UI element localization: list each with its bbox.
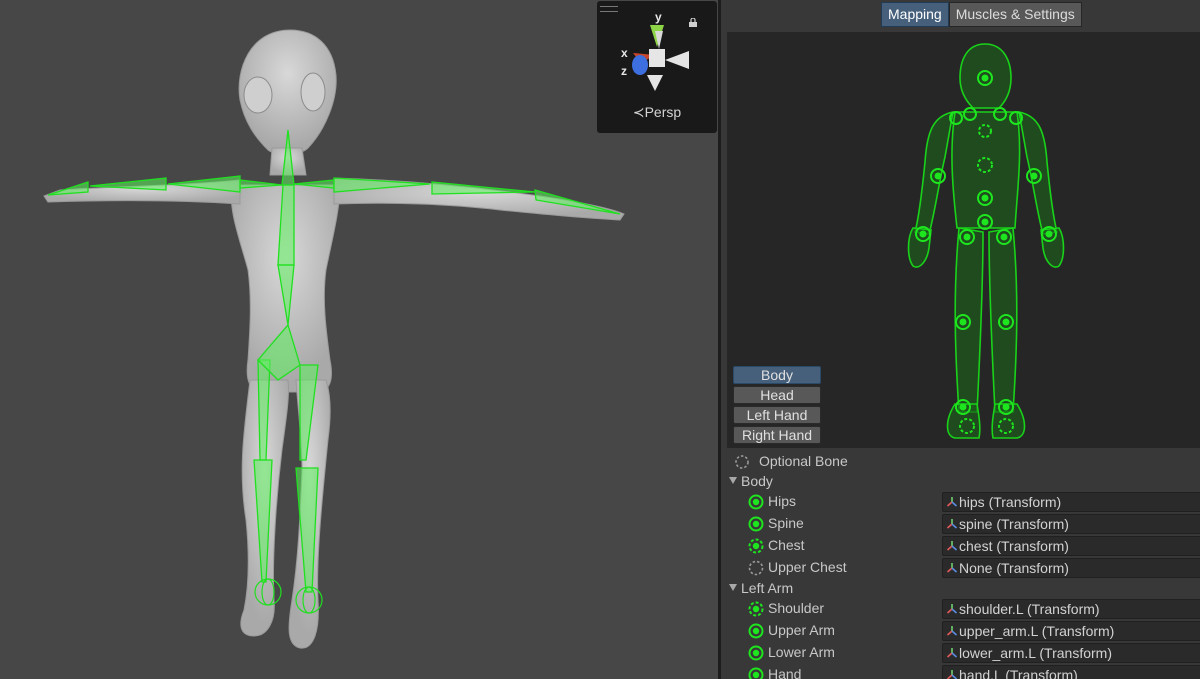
foldout-arrow-icon[interactable] [729,584,737,591]
bone-transform-field[interactable]: hand.L (Transform) [942,665,1200,679]
foldout-arrow-icon[interactable] [729,477,737,484]
bone-transform-value: lower_arm.L (Transform) [959,645,1112,661]
bone-required-icon[interactable] [748,623,764,639]
body-part-selector: Body Head Left Hand Right Hand [733,366,821,446]
bone-label: Upper Chest [768,559,847,575]
bone-label: Hand [768,666,802,679]
bone-transform-value: hand.L (Transform) [959,667,1078,679]
bone-row-hand: Hand hand.L (Transform) [721,664,1200,679]
transform-icon [946,563,958,573]
bone-row-upper-arm: Upper Arm upper_arm.L (Transform) [721,620,1200,642]
bone-optional-assigned-icon[interactable] [748,601,764,617]
scene-orientation-gizmo[interactable]: y x z ≺Persp [597,1,717,133]
perspective-icon: ≺ [632,104,645,120]
section-body[interactable]: Body [721,471,1200,493]
bone-label: Shoulder [768,600,825,616]
bone-transform-field[interactable]: hips (Transform) [942,492,1200,512]
transform-icon [946,519,958,529]
bone-transform-field[interactable]: None (Transform) [942,558,1200,578]
bone-transform-field[interactable]: lower_arm.L (Transform) [942,643,1200,663]
tab-muscles-settings[interactable]: Muscles & Settings [948,2,1082,27]
transform-icon [946,497,958,507]
bone-transform-field[interactable]: upper_arm.L (Transform) [942,621,1200,641]
bone-transform-field[interactable]: shoulder.L (Transform) [942,599,1200,619]
bone-transform-value: spine (Transform) [959,516,1069,532]
bone-transform-value: hips (Transform) [959,494,1062,510]
projection-label: Persp [644,104,682,120]
avatar-inspector: Mapping Muscles & Settings Body Head Lef… [721,0,1200,679]
axis-z-label: z [621,64,627,78]
axis-y-label: y [655,10,662,24]
scene-view[interactable]: y x z ≺Persp [0,0,718,679]
bone-required-icon[interactable] [748,645,764,661]
bone-transform-value: chest (Transform) [959,538,1069,554]
transform-icon [946,648,958,658]
section-title: Left Arm [741,580,794,596]
optional-bone-label: Optional Bone [759,453,848,469]
bone-label: Hips [768,493,797,509]
transform-icon [946,541,958,551]
optional-bone-legend: Optional Bone [721,451,1200,473]
axis-x-label: x [621,46,628,60]
bone-row-shoulder: Shoulder shoulder.L (Transform) [721,598,1200,620]
bone-required-icon[interactable] [748,667,764,679]
view-button-head[interactable]: Head [733,386,821,404]
bone-label: Lower Arm [768,644,835,660]
view-button-left-hand[interactable]: Left Hand [733,406,821,424]
projection-toggle[interactable]: ≺Persp [597,104,717,121]
bone-optional-empty-icon[interactable] [748,560,764,576]
view-button-body[interactable]: Body [733,366,821,384]
inspector-tabs: Mapping Muscles & Settings [881,2,1082,27]
bone-transform-field[interactable]: spine (Transform) [942,514,1200,534]
avatar-body-diagram: Body Head Left Hand Right Hand [727,32,1200,448]
transform-icon [946,670,958,679]
bone-transform-value: None (Transform) [959,560,1069,576]
bone-transform-value: shoulder.L (Transform) [959,601,1100,617]
bone-row-spine: Spine spine (Transform) [721,513,1200,535]
bone-transform-value: upper_arm.L (Transform) [959,623,1115,639]
bone-label: Spine [768,515,804,531]
bone-row-lower-arm: Lower Arm lower_arm.L (Transform) [721,642,1200,664]
bone-optional-assigned-icon[interactable] [748,538,764,554]
bone-label: Upper Arm [768,622,835,638]
transform-icon [946,604,958,614]
bone-required-icon[interactable] [748,516,764,532]
bone-label: Chest [768,537,805,553]
bone-row-chest: Chest chest (Transform) [721,535,1200,557]
optional-bone-icon [735,455,749,469]
section-left-arm[interactable]: Left Arm [721,578,1200,600]
bone-transform-field[interactable]: chest (Transform) [942,536,1200,556]
bone-required-icon[interactable] [748,494,764,510]
bone-row-hips: Hips hips (Transform) [721,491,1200,513]
view-button-right-hand[interactable]: Right Hand [733,426,821,444]
transform-icon [946,626,958,636]
tab-mapping[interactable]: Mapping [881,2,949,27]
axis-cones[interactable]: y x z [597,1,717,101]
bone-row-upper-chest: Upper Chest None (Transform) [721,557,1200,579]
section-title: Body [741,473,773,489]
